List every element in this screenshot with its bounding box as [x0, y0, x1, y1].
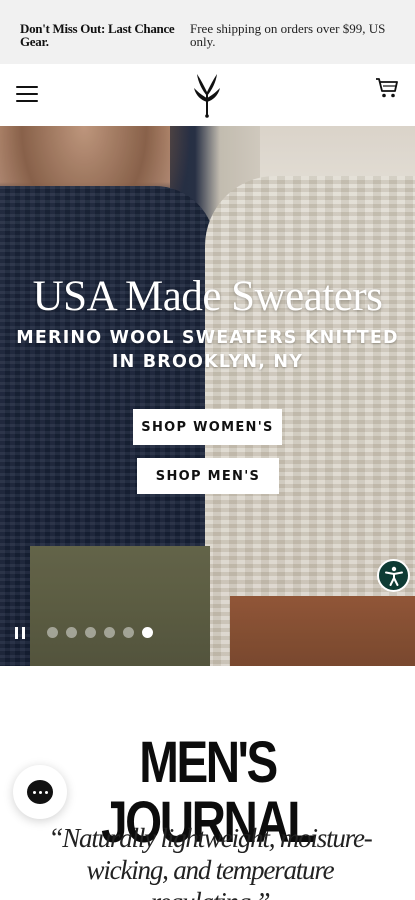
shopping-cart-icon[interactable]	[375, 77, 399, 99]
pause-icon[interactable]	[15, 627, 25, 639]
slide-dot-3[interactable]	[85, 627, 96, 638]
accessibility-figure-icon	[384, 566, 403, 586]
slide-dot-4[interactable]	[104, 627, 115, 638]
shop-womens-button[interactable]: SHOP WOMEN'S	[133, 409, 282, 445]
accessibility-icon[interactable]	[377, 559, 410, 592]
site-header	[0, 64, 415, 126]
hero-banner: USA Made Sweaters MERINO WOOL SWEATERS K…	[0, 126, 415, 666]
slide-dot-1[interactable]	[47, 627, 58, 638]
slide-dot-5[interactable]	[123, 627, 134, 638]
hero-title: USA Made Sweaters	[32, 273, 383, 320]
slide-dot-2[interactable]	[66, 627, 77, 638]
announcement-promo[interactable]: Don't Miss Out: Last Chance Gear.	[20, 22, 185, 48]
slide-indicators	[47, 627, 153, 638]
hamburger-menu-icon[interactable]	[16, 86, 38, 104]
press-quote: “Naturally lightweight, moisture-wicking…	[48, 823, 372, 900]
announcement-shipping[interactable]: Free shipping on orders over $99, US onl…	[190, 22, 395, 48]
hero-subtitle: MERINO WOOL SWEATERS KNITTED IN BROOKLYN…	[16, 328, 399, 372]
brand-logo[interactable]	[190, 72, 224, 118]
slide-dot-6[interactable]	[142, 627, 153, 638]
announcement-bar: Don't Miss Out: Last Chance Gear. Free s…	[0, 0, 415, 64]
chat-bubble-icon	[27, 780, 53, 804]
shop-mens-button[interactable]: SHOP MEN'S	[137, 458, 279, 494]
chat-icon[interactable]	[13, 765, 67, 819]
